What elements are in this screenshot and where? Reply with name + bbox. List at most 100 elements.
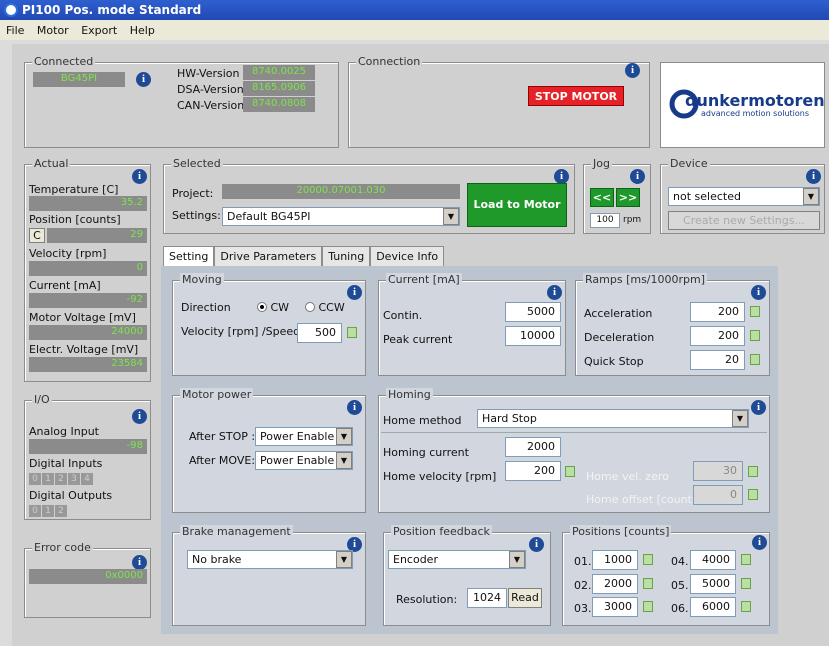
acceleration-input[interactable]: 200	[690, 302, 745, 322]
positions-group: Positions [counts] i 01. 1000 02. 2000 0…	[562, 525, 770, 626]
info-icon[interactable]: i	[751, 285, 766, 300]
jog-left-button[interactable]: <<	[590, 188, 614, 207]
calculator-icon[interactable]	[643, 601, 653, 612]
calculator-icon[interactable]	[741, 601, 751, 612]
actual-group: Actual i Temperature [C] 35.2 Position […	[24, 157, 151, 382]
info-icon[interactable]: i	[806, 169, 821, 184]
position-slot-label: 03.	[574, 602, 592, 615]
motor-power-group: Motor power i After STOP : Power Enable ▼…	[172, 388, 366, 513]
digital-input-bit: 3	[68, 473, 80, 485]
menu-motor[interactable]: Motor	[37, 24, 69, 37]
position-slot-input[interactable]: 4000	[690, 550, 736, 570]
brake-value: No brake	[192, 553, 242, 566]
resolution-input[interactable]: 1024	[467, 588, 507, 608]
calculator-icon[interactable]	[565, 466, 575, 477]
tab-tuning[interactable]: Tuning	[322, 246, 371, 266]
info-icon[interactable]: i	[751, 400, 766, 415]
jog-speed-input[interactable]: 100	[590, 213, 620, 228]
stop-motor-button[interactable]: STOP MOTOR	[528, 86, 624, 106]
menu-help[interactable]: Help	[130, 24, 155, 37]
create-settings-button[interactable]: Create new Settings...	[668, 211, 820, 230]
quick-stop-input[interactable]: 20	[690, 350, 745, 370]
current-group: Current [mA] i Contin. 5000 Peak current…	[378, 273, 566, 376]
info-icon[interactable]: i	[347, 400, 362, 415]
info-icon[interactable]: i	[752, 535, 767, 550]
info-icon[interactable]: i	[630, 169, 645, 184]
chevron-down-icon: ▼	[732, 410, 748, 427]
after-move-select[interactable]: Power Enable ▼	[255, 451, 353, 470]
info-icon[interactable]: i	[529, 537, 544, 552]
calculator-icon[interactable]	[748, 489, 758, 500]
device-select[interactable]: not selected ▼	[668, 187, 820, 206]
position-slot-input[interactable]: 1000	[592, 550, 638, 570]
menu-export[interactable]: Export	[81, 24, 117, 37]
info-icon[interactable]: i	[132, 169, 147, 184]
tab-drive-parameters[interactable]: Drive Parameters	[214, 246, 323, 266]
logo-name: dunkermotoren	[685, 91, 825, 110]
info-icon[interactable]: i	[132, 409, 147, 424]
settings-select[interactable]: Default BG45PI ▼	[222, 207, 460, 226]
digital-outputs-label: Digital Outputs	[29, 489, 113, 502]
electr-voltage-value: 23584	[29, 357, 147, 372]
error-title: Error code	[32, 541, 93, 554]
window-title: PI100 Pos. mode Standard	[22, 3, 202, 17]
settings-select-value: Default BG45PI	[227, 210, 311, 223]
home-vel-zero-label: Home vel. zero	[586, 470, 669, 483]
deceleration-input[interactable]: 200	[690, 326, 745, 346]
temperature-label: Temperature [C]	[29, 183, 119, 196]
selected-group: Selected i Project: 20000.07001.030 Sett…	[163, 157, 575, 234]
analog-input-value: -98	[29, 439, 147, 454]
calculator-icon[interactable]	[750, 306, 760, 317]
motor-voltage-value: 24000	[29, 325, 147, 340]
contin-input[interactable]: 5000	[505, 302, 561, 322]
calculator-icon[interactable]	[347, 327, 357, 338]
calculator-icon[interactable]	[750, 354, 760, 365]
calculator-icon[interactable]	[748, 466, 758, 477]
hw-version-value: 8740.0025	[243, 65, 315, 80]
calculator-icon[interactable]	[643, 554, 653, 565]
home-vel-zero-input[interactable]: 30	[693, 461, 743, 481]
chevron-down-icon: ▼	[336, 551, 352, 568]
calculator-icon[interactable]	[741, 578, 751, 589]
read-button[interactable]: Read	[508, 588, 542, 608]
connection-group: Connection i STOP MOTOR	[348, 55, 650, 148]
info-icon[interactable]: i	[547, 285, 562, 300]
info-icon[interactable]: i	[625, 63, 640, 78]
home-method-select[interactable]: Hard Stop ▼	[477, 409, 749, 428]
peak-current-input[interactable]: 10000	[505, 326, 561, 346]
info-icon[interactable]: i	[347, 285, 362, 300]
jog-right-button[interactable]: >>	[616, 188, 640, 207]
info-icon[interactable]: i	[132, 555, 147, 570]
feedback-select[interactable]: Encoder ▼	[388, 550, 526, 569]
position-slot-input[interactable]: 6000	[690, 597, 736, 617]
position-slot-input[interactable]: 2000	[592, 574, 638, 594]
load-to-motor-button[interactable]: Load to Motor	[467, 183, 567, 227]
home-velocity-input[interactable]: 200	[505, 461, 561, 481]
after-stop-select[interactable]: Power Enable ▼	[255, 427, 353, 446]
tab-device-info[interactable]: Device Info	[370, 246, 445, 266]
position-slot-input[interactable]: 5000	[690, 574, 736, 594]
position-slot-input[interactable]: 3000	[592, 597, 638, 617]
position-clear-button[interactable]: C	[29, 228, 45, 243]
chevron-down-icon: ▼	[509, 551, 525, 568]
motor-voltage-label: Motor Voltage [mV]	[29, 311, 136, 324]
dsa-version-label: DSA-Version	[177, 83, 244, 96]
homing-current-input[interactable]: 2000	[505, 437, 561, 457]
info-icon[interactable]: i	[136, 72, 151, 87]
velocity-input[interactable]: 500	[297, 323, 342, 343]
hw-version-label: HW-Version	[177, 67, 240, 80]
digital-input-bit: 4	[81, 473, 93, 485]
radio-icon	[257, 302, 267, 312]
menu-file[interactable]: File	[6, 24, 24, 37]
calculator-icon[interactable]	[643, 578, 653, 589]
info-icon[interactable]: i	[554, 169, 569, 184]
calculator-icon[interactable]	[750, 330, 760, 341]
home-offset-input[interactable]: 0	[693, 485, 743, 505]
ccw-radio[interactable]: CCW	[305, 301, 345, 314]
cw-radio[interactable]: CW	[257, 301, 289, 314]
error-code-value: 0x0000	[29, 569, 147, 584]
contin-label: Contin.	[383, 309, 423, 322]
brake-select[interactable]: No brake ▼	[187, 550, 353, 569]
calculator-icon[interactable]	[741, 554, 751, 565]
tab-setting[interactable]: Setting	[163, 246, 215, 266]
